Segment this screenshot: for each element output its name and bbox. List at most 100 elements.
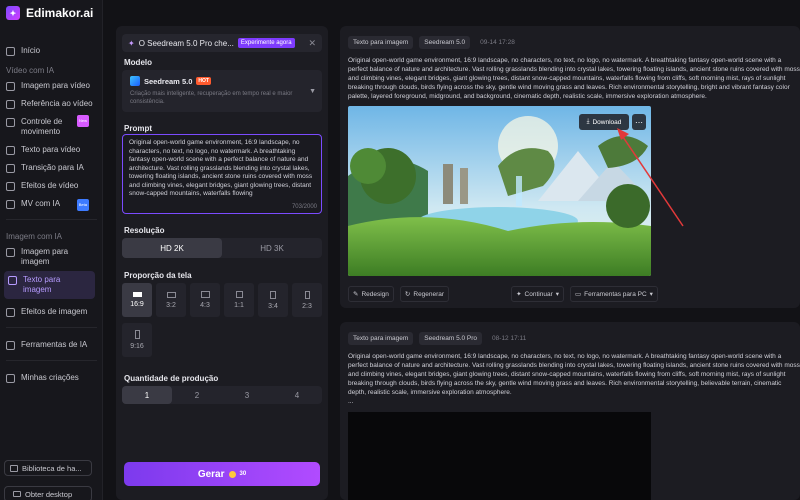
ratio-shape-icon bbox=[235, 291, 243, 298]
app-name: Edimakor.ai bbox=[26, 6, 94, 20]
sidebar-item-image-effects[interactable]: Efeitos de imagem bbox=[0, 303, 103, 321]
quantity-label: Quantidade de produção bbox=[124, 374, 219, 383]
sidebar-item-inicio[interactable]: Início bbox=[0, 42, 103, 60]
get-desktop-button[interactable]: Obter desktop bbox=[4, 486, 92, 500]
continue-label: Continuar bbox=[524, 290, 553, 298]
pc-tools-dropdown[interactable]: ▭ Ferramentas para PC ▾ bbox=[570, 286, 658, 302]
section-label-image: Imagem com IA bbox=[6, 232, 63, 241]
sidebar-item-label: Efeitos de vídeo bbox=[21, 181, 79, 190]
folder-icon bbox=[6, 374, 15, 383]
ratio-label-text: 2:3 bbox=[302, 302, 312, 310]
ratio-9-16[interactable]: 9:16 bbox=[122, 323, 152, 357]
sidebar-item-image-to-image[interactable]: Imagem para imagem bbox=[0, 243, 103, 271]
desktop-label: Obter desktop bbox=[25, 489, 73, 499]
new-badge: New bbox=[76, 115, 89, 127]
sidebar-item-my-creations[interactable]: Minhas criações bbox=[0, 369, 103, 387]
logo-icon: ✦ bbox=[6, 6, 20, 20]
model-promo-banner[interactable]: ✦ O Seedream 5.0 Pro che... Experimente … bbox=[122, 34, 322, 52]
divider bbox=[6, 327, 97, 328]
music-video-icon bbox=[6, 200, 15, 209]
ratio-shape-icon bbox=[270, 290, 276, 299]
result-date: 09-14 17:28 bbox=[480, 39, 515, 46]
pencil-icon: ✎ bbox=[353, 291, 359, 298]
refresh-icon: ↻ bbox=[404, 291, 411, 298]
sidebar-item-label: Efeitos de imagem bbox=[21, 307, 88, 316]
result-card: Texto para imagem Seedream 5.0 09-14 17:… bbox=[340, 26, 800, 308]
continue-dropdown[interactable]: ✦ Continuar ▾ bbox=[511, 286, 564, 302]
download-icon: ⤓ bbox=[586, 118, 590, 125]
banner-text: O Seedream 5.0 Pro che... bbox=[138, 38, 234, 48]
ratio-label-text: 4:3 bbox=[200, 302, 210, 309]
desktop-icon bbox=[13, 491, 21, 497]
sidebar-item-image-to-video[interactable]: Imagem para vídeo bbox=[0, 77, 103, 95]
chevron-down-icon: ▾ bbox=[649, 291, 653, 298]
sidebar-item-ai-mv[interactable]: MV com IA Beta bbox=[0, 195, 103, 213]
regenerate-label: Regenerar bbox=[413, 290, 445, 298]
close-icon[interactable]: ✕ bbox=[308, 38, 316, 49]
text-image-icon bbox=[8, 276, 17, 285]
sidebar-item-label: Minhas criações bbox=[21, 373, 79, 382]
ratio-2-3[interactable]: 2:3 bbox=[292, 283, 322, 317]
result-card: Texto para imagem Seedream 5.0 Pro 08-12… bbox=[340, 322, 800, 500]
text-video-icon bbox=[6, 146, 15, 155]
resolution-option-2k[interactable]: HD 2K bbox=[122, 238, 222, 258]
model-name: Seedream 5.0 bbox=[144, 76, 193, 86]
result-prompt-text: Original open-world game environment, 16… bbox=[348, 353, 800, 396]
generation-panel: ✦ O Seedream 5.0 Pro che... Experimente … bbox=[116, 26, 328, 500]
ratio-label-text: 3:4 bbox=[268, 302, 278, 310]
hot-badge: HOT bbox=[196, 77, 211, 85]
ratio-label-text: 3:2 bbox=[166, 301, 176, 309]
ratio-shape-icon bbox=[304, 290, 310, 299]
generate-button[interactable]: Gerar 30 bbox=[124, 462, 320, 486]
motion-icon bbox=[6, 118, 15, 127]
sidebar-item-label: MV com IA bbox=[21, 199, 61, 208]
ratio-3-4[interactable]: 3:4 bbox=[258, 283, 288, 317]
resolution-toggle: HD 2K HD 3K bbox=[122, 238, 322, 258]
model-description: Criação mais inteligente, recuperação em… bbox=[130, 91, 293, 105]
sparkle-icon: ✦ bbox=[128, 38, 135, 48]
app-logo[interactable]: ✦ Edimakor.ai bbox=[6, 6, 93, 20]
image-effects-icon bbox=[6, 308, 15, 317]
ratio-3-2[interactable]: 3:2 bbox=[156, 283, 186, 317]
prompt-char-count: 703/2000 bbox=[291, 203, 317, 210]
fantasy-landscape-image bbox=[348, 106, 651, 276]
quantity-option-1[interactable]: 1 bbox=[122, 386, 172, 404]
pc-tools-label: Ferramentas para PC bbox=[584, 290, 647, 298]
regenerate-button[interactable]: ↻ Regenerar bbox=[399, 286, 450, 302]
ratio-label-text: 16:9 bbox=[130, 301, 144, 308]
tag-mode: Texto para imagem bbox=[348, 332, 414, 345]
quantity-option-4[interactable]: 4 bbox=[272, 386, 322, 404]
try-now-tag[interactable]: Experimente agora bbox=[237, 38, 295, 48]
ratio-1-1[interactable]: 1:1 bbox=[224, 283, 254, 317]
sidebar-item-label: Texto para vídeo bbox=[21, 145, 81, 154]
sidebar-item-ai-transition[interactable]: Transição para IA bbox=[0, 159, 103, 177]
result-prompt: Original open-world game environment, 16… bbox=[348, 352, 800, 406]
model-label: Modelo bbox=[124, 58, 152, 67]
sidebar-item-label: Imagem para vídeo bbox=[21, 81, 90, 90]
model-select[interactable]: Seedream 5.0 HOT Criação mais inteligent… bbox=[122, 70, 322, 112]
quantity-option-3[interactable]: 3 bbox=[222, 386, 272, 404]
redesign-button[interactable]: ✎ Redesign bbox=[348, 286, 394, 302]
section-label-video: Vídeo com IA bbox=[6, 66, 55, 75]
sidebar-nav: Início Vídeo com IA Imagem para vídeo Re… bbox=[0, 40, 103, 387]
ratio-4-3[interactable]: 4:3 bbox=[190, 283, 220, 317]
sidebar-item-text-to-video[interactable]: Texto para vídeo bbox=[0, 141, 103, 159]
sidebar-item-label: Ferramentas de IA bbox=[21, 340, 88, 349]
resolution-option-3k[interactable]: HD 3K bbox=[222, 238, 322, 258]
sidebar-item-video-effects[interactable]: Efeitos de vídeo bbox=[0, 177, 103, 195]
ratio-label-text: 1:1 bbox=[234, 302, 244, 309]
quantity-option-2[interactable]: 2 bbox=[172, 386, 222, 404]
prompt-input[interactable]: Original open-world game environment, 16… bbox=[122, 134, 322, 214]
ratio-shape-icon bbox=[200, 291, 210, 298]
tag-model: Seedream 5.0 Pro bbox=[419, 332, 483, 345]
sidebar-item-ai-tools[interactable]: Ferramentas de IA bbox=[0, 336, 103, 354]
result-date: 08-12 17:11 bbox=[492, 335, 527, 342]
generated-image[interactable] bbox=[348, 106, 651, 276]
library-button[interactable]: Biblioteca de ha... bbox=[4, 460, 92, 476]
ratio-shape-icon bbox=[134, 330, 140, 339]
sidebar-item-text-to-image[interactable]: Texto para imagem bbox=[4, 271, 95, 299]
sidebar-item-motion-control[interactable]: Controle de movimento New bbox=[0, 113, 103, 141]
ratio-16-9[interactable]: 16:9 bbox=[122, 283, 152, 317]
sidebar-item-label: Imagem para imagem bbox=[21, 247, 69, 266]
sidebar-item-reference-video[interactable]: Referência ao vídeo bbox=[0, 95, 103, 113]
